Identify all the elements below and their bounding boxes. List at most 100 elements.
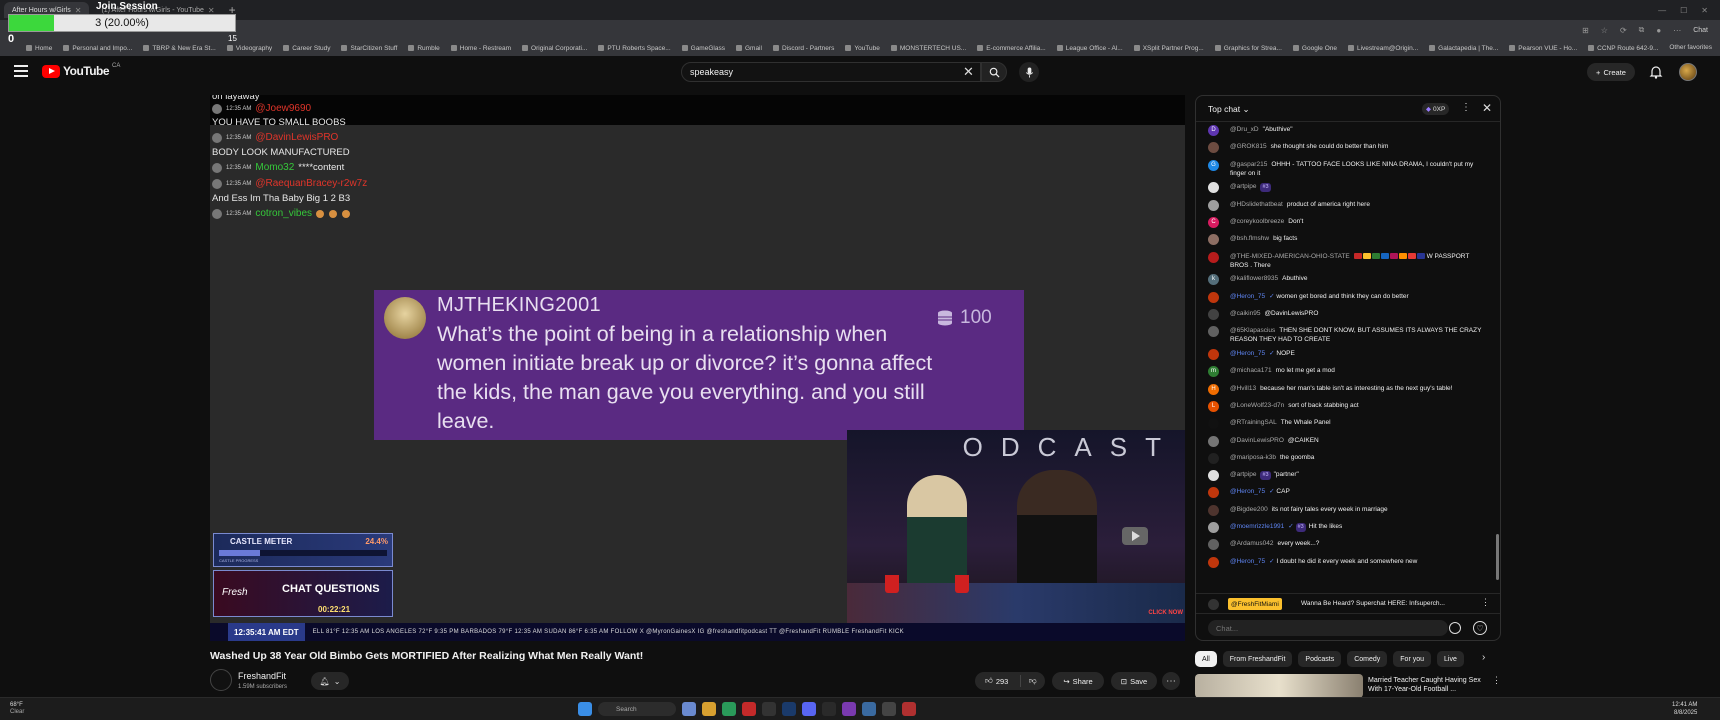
bookmark-item[interactable]: Gmail (735, 45, 762, 52)
chat-avatar[interactable] (1208, 142, 1219, 154)
chat-avatar[interactable] (1208, 418, 1219, 430)
bookmark-item[interactable]: Rumble (408, 45, 440, 52)
channel-avatar[interactable] (210, 669, 232, 691)
start-icon[interactable] (578, 702, 592, 716)
chat-message[interactable]: D @Dru_xD "Abuthive" (1196, 123, 1500, 138)
more-actions-button[interactable]: ⋯ (1162, 672, 1180, 690)
chat-message[interactable]: @Bigdee200 its not fairy tales every week… (1196, 503, 1500, 518)
chat-message-list[interactable]: D @Dru_xD "Abuthive" @GROK815 she thought sh… (1196, 123, 1500, 593)
app-icon[interactable] (902, 702, 916, 716)
chat-message[interactable]: G @gaspar215 OHHH - TATTOO FACE LOOKS LIKE… (1196, 158, 1500, 178)
chat-author[interactable]: @Hvill13 (1230, 385, 1256, 392)
chat-author[interactable]: @michaca171 (1230, 367, 1272, 374)
chat-message[interactable]: @mariposa-k3b the goomba (1196, 451, 1500, 466)
search-button[interactable] (981, 62, 1007, 82)
filter-chip[interactable]: Podcasts (1298, 651, 1342, 667)
bookmark-item[interactable]: Galactapedia | The... (1429, 45, 1498, 52)
bookmark-item[interactable]: Career Study (283, 45, 330, 52)
profile-icon[interactable]: ● (1656, 26, 1661, 35)
chat-message[interactable]: @Heron_75 ✓ NOPE (1196, 347, 1500, 362)
channel-name[interactable]: FreshandFit (238, 671, 286, 681)
chat-author[interactable]: @GROK815 (1230, 143, 1267, 150)
chat-avatar[interactable] (1208, 291, 1219, 303)
search-input[interactable] (690, 63, 940, 81)
youtube-logo[interactable]: YouTube CA (42, 63, 120, 78)
chat-message[interactable]: m @michaca171 mo let me get a mod (1196, 364, 1500, 379)
chat-avatar[interactable] (1208, 251, 1219, 263)
chat-avatar[interactable] (1208, 182, 1219, 194)
bookmark-item[interactable]: Graphics for Strea... (1214, 45, 1282, 52)
chat-message[interactable]: C @coreykoolbreeze Don't (1196, 215, 1500, 230)
chat-author[interactable]: @bsh.flmshw (1230, 235, 1269, 242)
bookmark-item[interactable]: YouTube (845, 45, 880, 52)
bookmark-item[interactable]: E-commerce Affilia... (977, 45, 1046, 52)
chat-message[interactable]: @Ardamus042 every week...? (1196, 537, 1500, 552)
bookmark-item[interactable]: GameGlass (681, 45, 725, 52)
bookmark-item[interactable]: MONSTERTECH US... (890, 45, 966, 52)
steam-icon[interactable] (782, 702, 796, 716)
chat-avatar[interactable] (1208, 539, 1219, 551)
top-chat-dropdown[interactable]: Top chat ⌄ (1208, 104, 1250, 115)
bookmark-item[interactable]: PTU Roberts Space... (598, 45, 671, 52)
chat-message[interactable]: @HDslidethatbeat product of america right… (1196, 198, 1500, 213)
account-avatar[interactable] (1679, 63, 1697, 81)
recommended-video-menu-icon[interactable]: ⋮ (1492, 675, 1501, 686)
taskbar-search[interactable]: Search (598, 702, 676, 716)
filter-chip[interactable]: For you (1393, 651, 1432, 667)
discord-icon[interactable] (802, 702, 816, 716)
chat-avatar[interactable] (1208, 556, 1219, 568)
filter-chip[interactable]: Live (1437, 651, 1464, 667)
share-button[interactable]: ↪ Share (1052, 672, 1104, 690)
bookmark-item[interactable]: Discord - Partners (772, 45, 834, 52)
chat-avatar[interactable] (1208, 349, 1219, 361)
youtube-app-icon[interactable] (742, 702, 756, 716)
bookmark-item[interactable]: StarCitizen Stuff (341, 45, 397, 52)
chat-menu-icon[interactable]: ⋮ (1461, 102, 1471, 113)
bookmark-item[interactable]: CCNP Route 642-9... (1588, 45, 1658, 52)
bookmark-item[interactable]: Livestream@Origin... (1347, 45, 1418, 52)
obs-icon[interactable] (882, 702, 896, 716)
close-chat-icon[interactable]: ✕ (1482, 101, 1492, 115)
chat-author[interactable]: @gaspar215 (1230, 161, 1267, 168)
copilot-chat-button[interactable]: Chat (1693, 27, 1708, 34)
create-button[interactable]: + Create (1587, 63, 1635, 81)
task-view-icon[interactable] (682, 702, 696, 716)
chat-author[interactable]: @Heron_75 (1230, 558, 1265, 565)
chat-author[interactable]: @artpipe (1230, 183, 1256, 190)
edge-icon[interactable] (722, 702, 736, 716)
subscribed-button[interactable]: 🔔︎ ⌄ (311, 672, 349, 690)
recommended-video-thumbnail[interactable] (1195, 674, 1363, 698)
extension-icon[interactable]: ⊞ (1582, 26, 1589, 35)
chat-author[interactable]: @THE-MIXED-AMERICAN-OHIO-STATE (1230, 253, 1350, 260)
maximize-icon[interactable]: ☐ (1680, 6, 1687, 15)
chat-scrollbar[interactable] (1496, 534, 1499, 580)
chat-avatar[interactable] (1208, 487, 1219, 499)
chat-author[interactable]: @mariposa-k3b (1230, 454, 1276, 461)
file-explorer-icon[interactable] (702, 702, 716, 716)
like-button[interactable]: 👍︎ 293 (975, 675, 1021, 687)
chat-message[interactable]: @65Klapascius THEN SHE DONT KNOW, BUT ASS… (1196, 324, 1500, 344)
chevron-right-icon[interactable]: › (1482, 652, 1485, 663)
menu-icon[interactable] (14, 65, 28, 77)
bookmark-item[interactable]: Home - Restream (450, 45, 511, 52)
chat-author[interactable]: @caikin95 (1230, 310, 1260, 317)
dislike-button[interactable]: 👎︎ (1021, 676, 1037, 686)
chat-message[interactable]: @artpipe #3 "partner" (1196, 468, 1500, 483)
chat-avatar[interactable]: D (1208, 125, 1219, 136)
chat-author[interactable]: @kaliflower8935 (1230, 275, 1278, 282)
chat-author[interactable]: @moemrizzle1991 (1230, 523, 1284, 530)
weather-widget[interactable]: 68°F Clear (10, 702, 24, 716)
chat-avatar[interactable]: H (1208, 383, 1219, 395)
system-clock[interactable]: 12:41 AM 8/8/2025 (1672, 701, 1697, 717)
chat-author[interactable]: @Dru_xD (1230, 126, 1259, 133)
chat-avatar[interactable] (1208, 234, 1219, 246)
xp-badge[interactable]: ◆ 0XP (1422, 103, 1450, 115)
chat-avatar[interactable]: L (1208, 400, 1219, 412)
voice-search-button[interactable] (1019, 62, 1039, 82)
emoji-icon[interactable] (1449, 622, 1461, 634)
app-icon[interactable] (842, 702, 856, 716)
refresh-icon[interactable]: ⟳ (1620, 26, 1627, 35)
app-icon[interactable] (862, 702, 876, 716)
chat-author[interactable]: @LoneWolf23-d7n (1230, 402, 1284, 409)
bookmark-item[interactable]: League Office - Al... (1056, 45, 1123, 52)
